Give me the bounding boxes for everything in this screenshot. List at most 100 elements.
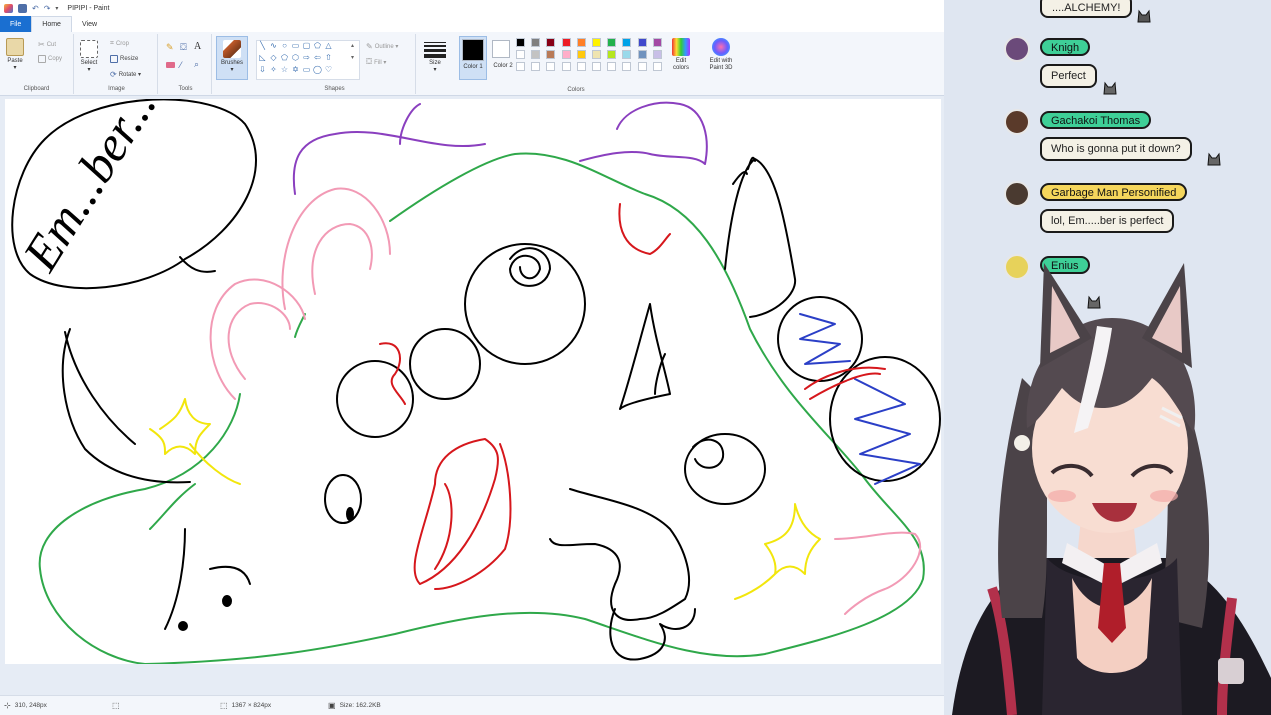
small-eye-pupil	[346, 507, 354, 521]
palette-swatch[interactable]	[576, 38, 586, 47]
palette-swatch[interactable]	[592, 38, 601, 47]
copy-button[interactable]: Copy	[38, 55, 62, 63]
paint-window: ↶ ↷ ▾ PIPIPI - Paint File Home View Past…	[0, 0, 944, 715]
text-icon[interactable]: A	[194, 41, 201, 52]
paste-button[interactable]: Paste ▾	[6, 38, 24, 71]
palette-swatch[interactable]	[546, 38, 556, 47]
save-icon[interactable]	[18, 3, 27, 13]
selection-size: ⬚	[112, 701, 120, 710]
tab-home[interactable]: Home	[31, 16, 72, 32]
palette-swatch[interactable]	[607, 50, 617, 59]
crop-button[interactable]: ⌗ Crop	[110, 40, 129, 48]
fill-label: Fill ▾	[374, 59, 387, 66]
chat-top-text: ....ALCHEMY!	[1052, 2, 1121, 14]
palette-swatch[interactable]	[531, 38, 541, 47]
fill-button[interactable]: ⛋ Fill ▾	[366, 57, 386, 67]
palette-swatch[interactable]	[607, 62, 617, 71]
palette-swatch[interactable]	[637, 50, 647, 59]
rounded-rectangle-shape-icon[interactable]: ▢	[302, 42, 311, 50]
magnifier-icon[interactable]: ⌕	[194, 59, 199, 70]
six-point-star-shape-icon[interactable]: ✡	[291, 66, 300, 74]
small-eye	[324, 474, 362, 524]
status-bar: ⊹ 310, 248px ⬚ ⬚ 1367 × 824px ▣ Size: 16…	[0, 695, 944, 715]
five-point-star-shape-icon[interactable]: ☆	[280, 66, 289, 74]
copy-icon	[38, 55, 46, 63]
avatar-blush-right	[1150, 490, 1178, 502]
palette-swatch[interactable]	[607, 38, 617, 47]
redo-icon[interactable]: ↷	[44, 4, 51, 13]
triangle-shape-icon[interactable]: △	[324, 42, 333, 50]
palette-swatch[interactable]	[622, 50, 632, 59]
callout-rect-shape-icon[interactable]: ▭	[302, 66, 311, 74]
rectangle-shape-icon[interactable]: ▭	[291, 42, 300, 50]
palette-swatch[interactable]	[576, 62, 586, 71]
palette-swatch[interactable]	[637, 62, 647, 71]
mini-avatar-icon	[1218, 658, 1244, 684]
oval-shape-icon[interactable]: ○	[280, 42, 289, 50]
pencil-icon[interactable]: ✎	[166, 42, 174, 53]
palette-swatch[interactable]	[516, 62, 525, 71]
down-arrow-shape-icon[interactable]: ⇩	[258, 66, 267, 74]
quick-access-dropdown-icon[interactable]: ▾	[55, 5, 58, 12]
right-triangle-shape-icon[interactable]: ◺	[258, 54, 267, 62]
rotate-button[interactable]: ⟳ Rotate ▾	[110, 70, 141, 79]
polygon-shape-icon[interactable]: ⬠	[313, 42, 322, 50]
palette-swatch[interactable]	[561, 38, 571, 47]
paint-app-icon	[4, 3, 13, 13]
palette-swatch[interactable]	[516, 50, 525, 59]
palette-swatch[interactable]	[546, 62, 556, 71]
diamond-shape-icon[interactable]: ◇	[269, 54, 278, 62]
palette-swatch[interactable]	[546, 50, 556, 59]
shapes-scroll-up-icon[interactable]: ▴	[348, 42, 357, 50]
palette-swatch[interactable]	[652, 50, 662, 59]
palette-swatch[interactable]	[652, 62, 662, 71]
resize-icon	[110, 55, 118, 63]
image-dimensions: ⬚ 1367 × 824px	[220, 701, 271, 710]
canvas-area: Em...ber...?	[0, 97, 944, 695]
color2-button[interactable]: Color 2	[489, 36, 517, 80]
four-point-star-shape-icon[interactable]: ✧	[269, 66, 278, 74]
palette-swatch[interactable]	[531, 50, 541, 59]
heart-shape-icon[interactable]: ♡	[324, 66, 333, 74]
right-arrow-shape-icon[interactable]: ⇨	[302, 54, 311, 62]
pentagon-shape-icon[interactable]: ⬠	[280, 54, 289, 62]
palette-swatch[interactable]	[576, 50, 586, 59]
palette-swatch[interactable]	[637, 38, 647, 47]
undo-icon[interactable]: ↶	[32, 4, 39, 13]
outline-button[interactable]: ✎ Outline ▾	[366, 42, 398, 51]
edit-paint3d-button[interactable]: Edit with Paint 3D	[702, 38, 740, 72]
eraser-icon[interactable]	[166, 62, 175, 68]
palette-swatch[interactable]	[622, 62, 632, 71]
palette-swatch[interactable]	[531, 62, 541, 71]
fill-bucket-icon[interactable]: ⛋	[180, 42, 187, 53]
palette-swatch[interactable]	[516, 38, 525, 47]
cut-button[interactable]: ✂ Cut	[38, 40, 56, 49]
left-arrow-shape-icon[interactable]: ⇦	[313, 54, 322, 62]
hexagon-shape-icon[interactable]: ⬡	[291, 54, 300, 62]
yellow-star-2	[734, 503, 821, 600]
edit-colors-button[interactable]: Edit colors	[668, 38, 694, 72]
palette-swatch[interactable]	[592, 50, 601, 59]
palette-swatch[interactable]	[622, 38, 632, 47]
purple-stroke-right	[579, 101, 708, 165]
drawing-canvas[interactable]: Em...ber...?	[5, 99, 941, 664]
blue-scribble-1	[799, 313, 851, 365]
line-shape-icon[interactable]: ╲	[258, 42, 267, 50]
callout-oval-shape-icon[interactable]: ◯	[313, 66, 322, 74]
shapes-scroll-down-icon[interactable]: ▾	[348, 54, 357, 62]
curve-shape-icon[interactable]: ∿	[269, 42, 278, 50]
tab-file[interactable]: File	[0, 16, 32, 32]
size-button[interactable]: Size ▾	[424, 40, 446, 73]
palette-swatch[interactable]	[561, 62, 571, 71]
up-arrow-shape-icon[interactable]: ⇧	[324, 54, 333, 62]
select-button[interactable]: Select ▾	[80, 40, 98, 73]
color1-button[interactable]: Color 1	[459, 36, 487, 80]
chat-username: Gachakoi Thomas	[1040, 111, 1152, 129]
palette-swatch[interactable]	[561, 50, 571, 59]
palette-swatch[interactable]	[592, 62, 601, 71]
resize-button[interactable]: Resize	[110, 55, 138, 63]
brushes-button[interactable]: Brushes ▾	[216, 36, 248, 80]
color-picker-icon[interactable]: ⁄	[180, 60, 182, 70]
tab-view[interactable]: View	[72, 16, 107, 32]
palette-swatch[interactable]	[652, 38, 662, 47]
